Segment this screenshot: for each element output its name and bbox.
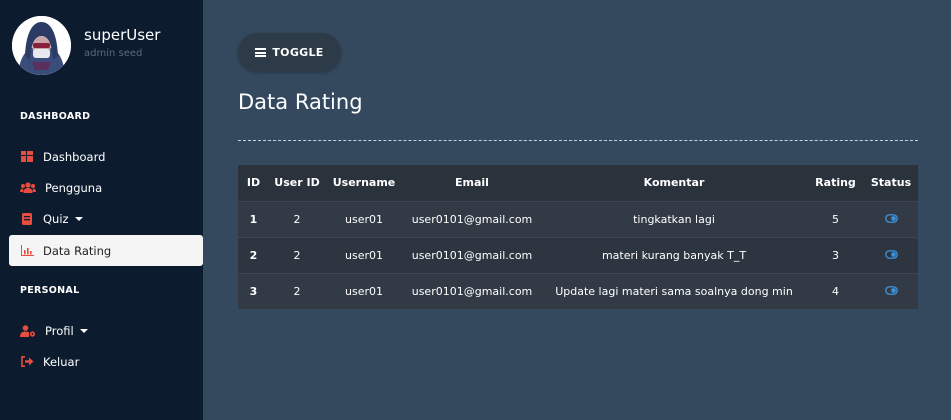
cell-user-id: 2 [293, 248, 301, 262]
page-title: Data Rating [238, 90, 363, 114]
table-row: 1 2 user01 user0101@gmail.com tingkatkan… [238, 201, 918, 237]
column-header-rating: Rating [807, 165, 864, 201]
sidebar-item-keluar[interactable]: Keluar [9, 346, 203, 377]
cell-user-id: 2 [293, 212, 301, 226]
section-label-personal: PERSONAL [20, 285, 80, 296]
cell-rating: 5 [832, 212, 839, 226]
cell-email: user0101@gmail.com [411, 212, 533, 226]
cell-username: user01 [345, 212, 383, 226]
chart-icon [20, 244, 34, 258]
column-header-status: Status [864, 165, 918, 201]
user-cog-icon [20, 324, 36, 338]
dashboard-icon [20, 150, 34, 164]
sidebar-item-quiz[interactable]: Quiz [9, 203, 203, 234]
column-header-email: Email [403, 165, 541, 201]
user-profile: superUser admin seed [12, 16, 198, 76]
table-row: 3 2 user01 user0101@gmail.com Update lag… [238, 273, 918, 309]
chevron-down-icon [74, 216, 83, 221]
cell-id: 1 [249, 212, 258, 226]
cell-username: user01 [345, 248, 383, 262]
sidebar: superUser admin seed DASHBOARD Dashboard… [0, 0, 203, 420]
divider [238, 140, 918, 141]
cell-status [864, 237, 918, 273]
toggle-sidebar-button[interactable]: TOGGLE [238, 33, 341, 72]
toggle-status-icon[interactable] [884, 249, 898, 262]
cell-rating: 3 [832, 248, 839, 262]
table-header-row: ID User ID Username Email Komentar Ratin… [238, 165, 918, 201]
sidebar-item-data-rating[interactable]: Data Rating [9, 235, 203, 266]
menu-icon [255, 48, 267, 57]
cell-username: user01 [345, 284, 383, 298]
sidebar-item-label: Keluar [43, 354, 80, 369]
cell-id: 3 [249, 284, 258, 298]
section-label-dashboard: DASHBOARD [20, 111, 91, 122]
cell-user-id: 2 [293, 284, 301, 298]
sidebar-item-profil[interactable]: Profil [9, 315, 203, 346]
toggle-status-icon[interactable] [884, 213, 898, 226]
sidebar-item-label: Profil [45, 323, 74, 338]
cell-komentar: materi kurang banyak T_T [601, 248, 747, 262]
table-row: 2 2 user01 user0101@gmail.com materi kur… [238, 237, 918, 273]
sign-out-icon [20, 355, 34, 369]
column-header-komentar: Komentar [541, 165, 807, 201]
cell-komentar: tingkatkan lagi [633, 212, 715, 226]
column-header-user-id: User ID [269, 165, 325, 201]
sidebar-item-dashboard[interactable]: Dashboard [9, 141, 203, 172]
sidebar-item-label: Data Rating [43, 243, 112, 258]
avatar [12, 16, 71, 75]
column-header-username: Username [325, 165, 403, 201]
users-icon [20, 181, 36, 195]
sidebar-item-pengguna[interactable]: Pengguna [9, 172, 203, 203]
rating-table: ID User ID Username Email Komentar Ratin… [238, 165, 918, 309]
toggle-status-icon[interactable] [884, 285, 898, 298]
chevron-down-icon [79, 328, 88, 333]
cell-status [864, 201, 918, 237]
profile-role: admin seed [84, 48, 143, 59]
quiz-icon [20, 212, 34, 226]
cell-email: user0101@gmail.com [411, 284, 533, 298]
sidebar-item-label: Quiz [43, 211, 69, 226]
sidebar-item-label: Pengguna [45, 180, 103, 195]
cell-email: user0101@gmail.com [411, 248, 533, 262]
cell-komentar: Update lagi materi sama soalnya dong min [555, 284, 793, 298]
toggle-label: TOGGLE [272, 46, 324, 59]
sidebar-item-label: Dashboard [43, 149, 106, 164]
profile-name: superUser [84, 26, 161, 44]
cell-rating: 4 [832, 284, 839, 298]
column-header-id: ID [238, 165, 269, 201]
cell-status [864, 273, 918, 309]
cell-id: 2 [249, 248, 258, 262]
